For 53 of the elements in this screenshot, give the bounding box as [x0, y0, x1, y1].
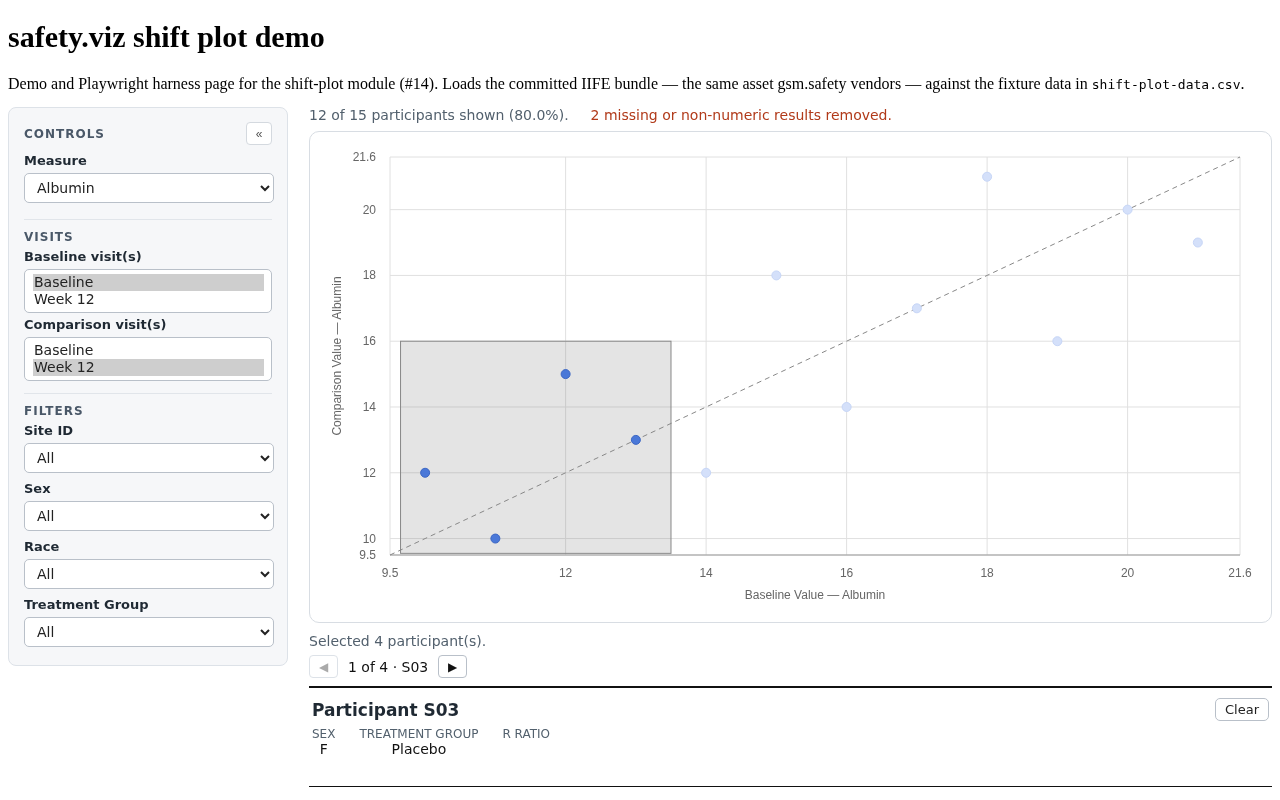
y-tick-label: 10: [362, 531, 376, 546]
field-label: R RATIO: [502, 727, 551, 741]
panel-heading: CONTROLS: [24, 126, 105, 141]
x-tick-label: 9.5: [381, 566, 399, 580]
x-tick-label: 16: [839, 566, 854, 580]
listbox[interactable]: Baseline Week 12: [24, 337, 272, 381]
x-tick-label: 12: [558, 566, 573, 580]
field-label: Comparison visit(s): [24, 317, 168, 332]
clear-button[interactable]: Clear: [1215, 698, 1269, 721]
y-tick-label: 18: [362, 268, 376, 283]
x-tick-label: 14: [699, 566, 713, 580]
dropdown[interactable]: All: [24, 443, 274, 473]
y-tick-label: 16: [362, 334, 376, 349]
listbox-option[interactable]: Week 12: [33, 291, 264, 308]
collapse-button[interactable]: «: [246, 122, 272, 145]
listbox-option[interactable]: Week 12: [33, 359, 264, 376]
listbox-option[interactable]: Baseline: [33, 342, 264, 359]
field-label: Site ID: [24, 423, 74, 438]
dropdown[interactable]: All: [24, 617, 274, 647]
participant-title: Participant S03: [312, 699, 460, 720]
page-title: safety.viz shift plot demo: [8, 20, 326, 54]
field-value: F: [319, 741, 328, 757]
field-label: Race: [24, 539, 61, 554]
removed-warning: 2 missing or non-numeric results removed.: [590, 107, 892, 123]
dropdown[interactable]: Albumin: [24, 173, 274, 203]
field-label: TREATMENT GROUP: [359, 727, 479, 741]
field-label: Treatment Group: [24, 597, 150, 612]
field-label: Measure: [24, 153, 88, 168]
selection-count: Selected 4 participant(s).: [309, 633, 488, 649]
listbox-option[interactable]: Baseline: [33, 274, 264, 291]
y-tick-label: 12: [362, 465, 376, 480]
x-tick-label: 18: [980, 566, 994, 580]
field-label: Sex: [24, 481, 52, 496]
y-tick-label: 20: [362, 202, 376, 217]
dropdown[interactable]: All: [24, 559, 274, 589]
x-tick-label: 21.6: [1228, 566, 1252, 580]
pager-position: 1 of 4 · S03: [348, 658, 429, 675]
field-label: SEX: [312, 727, 336, 741]
field-label: Baseline visit(s): [24, 249, 143, 264]
x-axis-title: Baseline Value — Albumin: [744, 588, 886, 602]
y-tick-label: 9.5: [359, 548, 376, 562]
participant-summary: 12 of 15 participants shown (80.0%).: [309, 107, 569, 123]
x-tick-label: 20: [1120, 566, 1135, 580]
listbox[interactable]: Baseline Week 12: [24, 269, 272, 313]
page-description: Demo and Playwright harness page for the shift-plot module (#14). Loads the committed IIFE bundle — the same asset gsm.safety vendors — against the fixture data in shift-plot-data.csv.: [8, 75, 1246, 93]
dropdown[interactable]: All: [24, 501, 274, 531]
y-tick-label: 21.6: [352, 150, 376, 164]
next-button[interactable]: ▶: [438, 655, 468, 678]
field-value: Placebo: [391, 741, 447, 757]
y-axis-title: Comparison Value — Albumin: [330, 276, 344, 436]
section-heading: FILTERS: [24, 404, 85, 418]
y-tick-label: 14: [362, 400, 376, 414]
section-heading: VISITS: [24, 230, 75, 244]
